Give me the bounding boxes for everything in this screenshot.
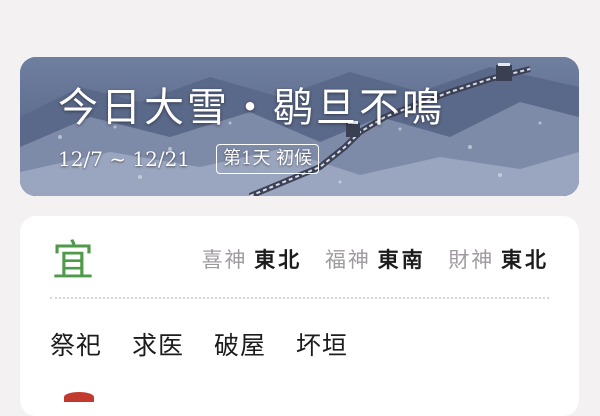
deity-direction-fortune: 東南 [377, 247, 426, 272]
deity-direction-joy: 東北 [254, 247, 303, 272]
deity-directions: 喜神 東北 福神 東南 財神 東北 [202, 246, 549, 274]
activity-item: 破屋 [213, 331, 266, 360]
solar-term-banner[interactable]: 今日大雪・鹖旦不鳴 12/7 ~ 12/21 第1天 初候 [20, 57, 579, 196]
activity-item: 祭祀 [50, 331, 103, 360]
solar-term-title: 今日大雪・鹖旦不鳴 [58, 85, 445, 131]
suitable-activities-list: 祭祀 求医 破屋 坏垣 [50, 326, 370, 362]
almanac-card: 宜 喜神 東北 福神 東南 財神 東北 祭祀 求医 破屋 坏垣 [20, 216, 579, 416]
deity-direction-wealth: 東北 [501, 247, 549, 272]
deity-label-wealth: 財神 [448, 248, 495, 272]
deity-label-joy: 喜神 [201, 248, 248, 272]
solar-term-day-badge: 第1天 初候 [216, 144, 320, 174]
activity-item: 求医 [131, 331, 184, 360]
solar-term-date-range: 12/7 ~ 12/21 [58, 147, 191, 171]
yi-label: 宜 [52, 236, 95, 285]
dotted-divider [50, 297, 549, 299]
top-strip [0, 0, 600, 54]
avoid-label-icon [64, 392, 94, 402]
activity-item: 坏垣 [295, 331, 348, 360]
deity-label-fortune: 福神 [324, 248, 371, 272]
